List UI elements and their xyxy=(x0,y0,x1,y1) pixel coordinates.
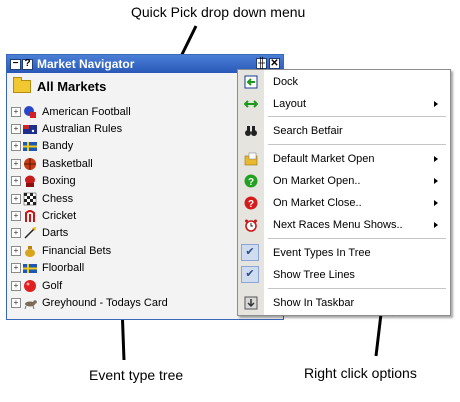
american-football-icon xyxy=(24,105,36,118)
checkmark-icon: ✔ xyxy=(241,244,259,261)
tree-item-boxing[interactable]: + Boxing xyxy=(11,173,168,190)
event-type-tree: + American Football + Australian Rules +… xyxy=(11,103,168,312)
menu-item-event-types-in-tree[interactable]: ✔ Event Types In Tree xyxy=(238,243,450,263)
expand-icon[interactable]: + xyxy=(11,176,21,187)
layout-arrows-icon xyxy=(244,100,258,108)
tree-item-greyhound[interactable]: + Greyhound - Todays Card xyxy=(11,294,168,311)
money-bag-icon xyxy=(25,245,35,257)
menu-separator xyxy=(268,238,446,239)
menu-item-search-betfair[interactable]: Search Betfair xyxy=(238,121,450,141)
expand-icon[interactable]: + xyxy=(11,228,21,239)
menu-item-label: Layout xyxy=(273,98,307,110)
tree-item-golf[interactable]: + Golf xyxy=(11,277,168,294)
menu-separator xyxy=(268,116,446,117)
menu-item-next-races-menu-shows[interactable]: Next Races Menu Shows.. xyxy=(238,215,450,235)
tree-item-label: Golf xyxy=(42,279,63,292)
menu-item-label: On Market Open.. xyxy=(273,175,361,187)
menu-item-label: On Market Close.. xyxy=(273,197,362,209)
tree-item-label: Floorball xyxy=(42,262,85,275)
expand-icon[interactable]: + xyxy=(11,193,21,204)
menu-item-label: Show In Taskbar xyxy=(273,297,355,309)
menu-item-label: Next Races Menu Shows.. xyxy=(273,219,403,231)
minimize-button[interactable]: − xyxy=(10,58,21,70)
svg-text:?: ? xyxy=(248,177,254,188)
submenu-arrow-icon xyxy=(434,178,438,184)
red-question-icon: ? xyxy=(244,196,258,210)
quick-pick-button[interactable]: ? xyxy=(22,58,33,70)
expand-icon[interactable]: + xyxy=(11,280,21,291)
menu-separator xyxy=(268,288,446,289)
all-markets-node[interactable]: All Markets xyxy=(13,77,107,94)
tree-item-label: Chess xyxy=(42,192,74,205)
tree-item-label: Bandy xyxy=(42,140,74,153)
tree-item-label: Basketball xyxy=(42,157,93,170)
close-button[interactable]: ✕ xyxy=(269,58,280,69)
boxing-glove-icon xyxy=(25,175,35,188)
menu-item-show-in-taskbar[interactable]: Show In Taskbar xyxy=(238,293,450,313)
submenu-arrow-icon xyxy=(434,156,438,162)
menu-item-default-market-open[interactable]: Default Market Open xyxy=(238,149,450,169)
tree-item-label: Boxing xyxy=(42,175,76,188)
menu-item-label: Default Market Open xyxy=(273,153,375,165)
golf-ball-icon xyxy=(24,279,36,292)
expand-icon[interactable]: + xyxy=(11,106,21,117)
dart-icon xyxy=(24,227,36,239)
expand-icon[interactable]: + xyxy=(11,263,21,274)
pin-button[interactable]: ╫ xyxy=(256,58,267,69)
tree-item-label: Financial Bets xyxy=(42,244,112,257)
checkmark-icon: ✔ xyxy=(241,266,259,283)
expand-icon[interactable]: + xyxy=(11,141,21,152)
all-markets-label: All Markets xyxy=(37,79,107,94)
dock-arrow-icon xyxy=(244,75,258,89)
tree-item-label: Darts xyxy=(42,227,69,240)
tree-item-american-football[interactable]: + American Football xyxy=(11,103,168,120)
folder-icon xyxy=(13,77,31,93)
menu-item-on-market-open[interactable]: ? On Market Open.. xyxy=(238,171,450,191)
taskbar-icon xyxy=(244,296,258,310)
tree-item-basketball[interactable]: + Basketball xyxy=(11,155,168,172)
folder-open-icon xyxy=(244,152,258,166)
menu-item-label: Dock xyxy=(273,76,299,88)
menu-item-layout[interactable]: Layout xyxy=(238,94,450,114)
tree-item-australian-rules[interactable]: + Australian Rules xyxy=(11,120,168,137)
menu-item-on-market-close[interactable]: ? On Market Close.. xyxy=(238,193,450,213)
tree-item-label: Cricket xyxy=(42,210,77,223)
basketball-icon xyxy=(24,157,36,170)
expand-icon[interactable]: + xyxy=(11,245,21,256)
alarm-clock-icon xyxy=(245,219,257,232)
window-title: Market Navigator xyxy=(37,57,135,71)
tree-item-bandy[interactable]: + Bandy xyxy=(11,138,168,155)
sweden-flag-icon xyxy=(23,264,37,274)
expand-icon[interactable]: + xyxy=(11,297,21,308)
sweden-flag-icon xyxy=(23,142,37,152)
menu-separator xyxy=(268,144,446,145)
greyhound-icon xyxy=(24,300,37,310)
tree-item-label: Australian Rules xyxy=(42,123,123,136)
binoculars-icon xyxy=(245,126,257,136)
menu-item-label: Show Tree Lines xyxy=(273,269,355,281)
svg-text:?: ? xyxy=(248,199,254,210)
expand-icon[interactable]: + xyxy=(11,211,21,222)
tree-item-label: American Football xyxy=(42,105,131,118)
tree-item-floorball[interactable]: + Floorball xyxy=(11,260,168,277)
green-question-icon: ? xyxy=(244,174,258,188)
menu-item-label: Search Betfair xyxy=(273,125,343,137)
tree-item-financial-bets[interactable]: + Financial Bets xyxy=(11,242,168,259)
cricket-stumps-icon xyxy=(25,210,35,223)
australia-flag-icon xyxy=(23,125,37,135)
submenu-arrow-icon xyxy=(434,101,438,107)
menu-item-label: Event Types In Tree xyxy=(273,247,371,259)
expand-icon[interactable]: + xyxy=(11,124,21,135)
tree-item-darts[interactable]: + Darts xyxy=(11,225,168,242)
chessboard-icon xyxy=(23,192,37,205)
expand-icon[interactable]: + xyxy=(11,158,21,169)
tree-item-cricket[interactable]: + Cricket xyxy=(11,207,168,224)
submenu-arrow-icon xyxy=(434,222,438,228)
menu-item-show-tree-lines[interactable]: ✔ Show Tree Lines xyxy=(238,265,450,285)
context-menu: Dock Layout Search Betfair Default Marke… xyxy=(237,69,451,316)
submenu-arrow-icon xyxy=(434,200,438,206)
tree-item-chess[interactable]: + Chess xyxy=(11,190,168,207)
tree-item-label: Greyhound - Todays Card xyxy=(42,296,168,309)
menu-item-dock[interactable]: Dock xyxy=(238,72,450,92)
